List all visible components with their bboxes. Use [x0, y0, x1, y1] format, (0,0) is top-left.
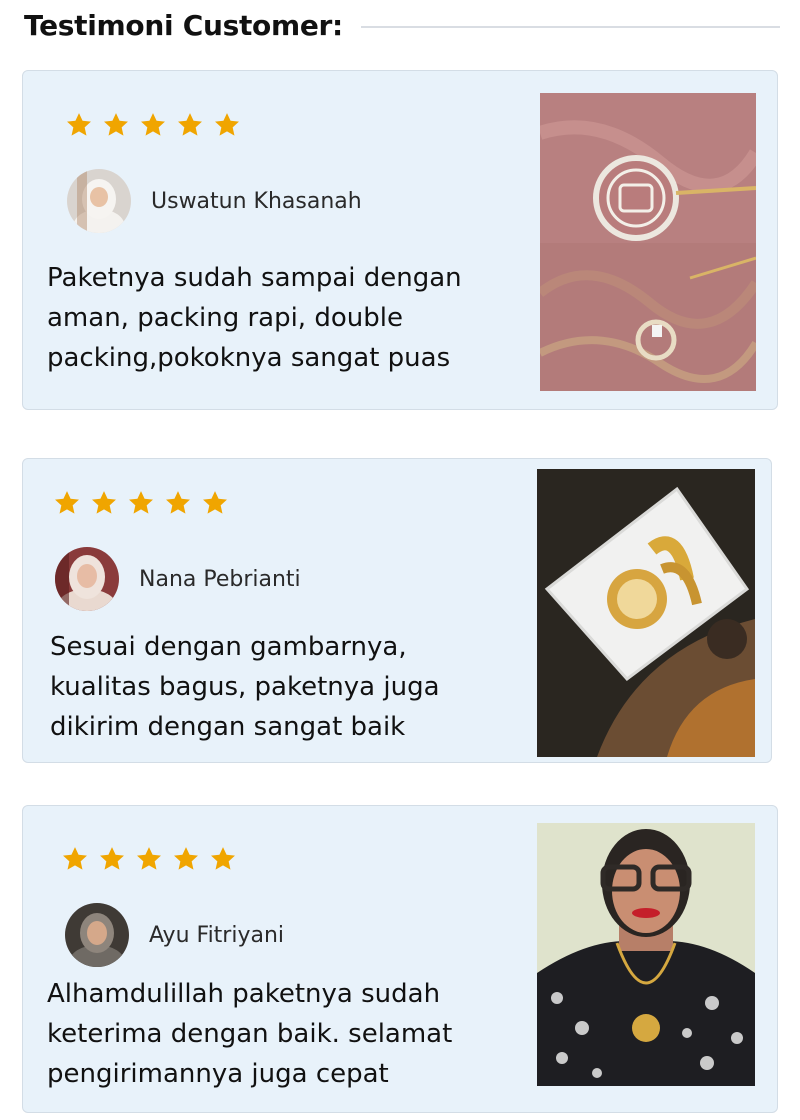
avatar [67, 169, 131, 233]
reviewer-name: Uswatun Khasanah [151, 188, 362, 214]
star-icon [102, 111, 130, 139]
divider [360, 26, 780, 28]
star-icon [65, 111, 93, 139]
star-icon [61, 845, 89, 873]
reviewer: Ayu Fitriyani [65, 903, 284, 967]
review-photo-package [537, 469, 755, 757]
star-icon [90, 489, 118, 517]
star-rating [65, 111, 241, 139]
star-icon [139, 111, 167, 139]
star-rating [61, 845, 237, 873]
reviewer-name: Ayu Fitriyani [149, 922, 285, 948]
reviewer: Nana Pebrianti [55, 547, 301, 611]
avatar [65, 903, 129, 967]
review-photo-necklace [540, 93, 756, 391]
star-icon [53, 489, 81, 517]
review-text-line: dikirim dengan sangat baik [50, 712, 406, 742]
star-icon [172, 845, 200, 873]
review-text-line: keterima dengan baik. selamat [47, 1019, 453, 1049]
avatar [55, 547, 119, 611]
star-icon [98, 845, 126, 873]
star-icon [127, 489, 155, 517]
review-text-line: aman, packing rapi, double [47, 303, 403, 333]
review-text: Paketnya sudah sampai dengan aman, packi… [47, 258, 462, 378]
star-icon [201, 489, 229, 517]
section-title: Testimoni Customer: [24, 8, 343, 42]
section-header: Testimoni Customer: [24, 0, 780, 50]
star-rating [53, 489, 229, 517]
testimonial-card: Uswatun Khasanah Paketnya sudah sampai d… [22, 70, 778, 410]
review-text-line: Sesuai dengan gambarnya, [50, 632, 407, 662]
star-icon [164, 489, 192, 517]
reviewer-name: Nana Pebrianti [139, 566, 301, 592]
review-text-line: pengirimannya juga cepat [47, 1059, 389, 1089]
star-icon [213, 111, 241, 139]
review-text-line: kualitas bagus, paketnya juga [50, 672, 440, 702]
review-text: Sesuai dengan gambarnya, kualitas bagus,… [50, 627, 440, 747]
reviewer: Uswatun Khasanah [67, 169, 362, 233]
review-text-line: packing,pokoknya sangat puas [47, 343, 451, 373]
review-photo-customer [537, 823, 755, 1086]
review-text-line: Alhamdulillah paketnya sudah [47, 979, 441, 1009]
star-icon [176, 111, 204, 139]
star-icon [209, 845, 237, 873]
testimonial-card: Ayu Fitriyani Alhamdulillah paketnya sud… [22, 805, 778, 1113]
star-icon [135, 845, 163, 873]
review-text-line: Paketnya sudah sampai dengan [47, 263, 462, 293]
testimonial-card: Nana Pebrianti Sesuai dengan gambarnya, … [22, 458, 772, 763]
review-text: Alhamdulillah paketnya sudah keterima de… [47, 974, 452, 1094]
